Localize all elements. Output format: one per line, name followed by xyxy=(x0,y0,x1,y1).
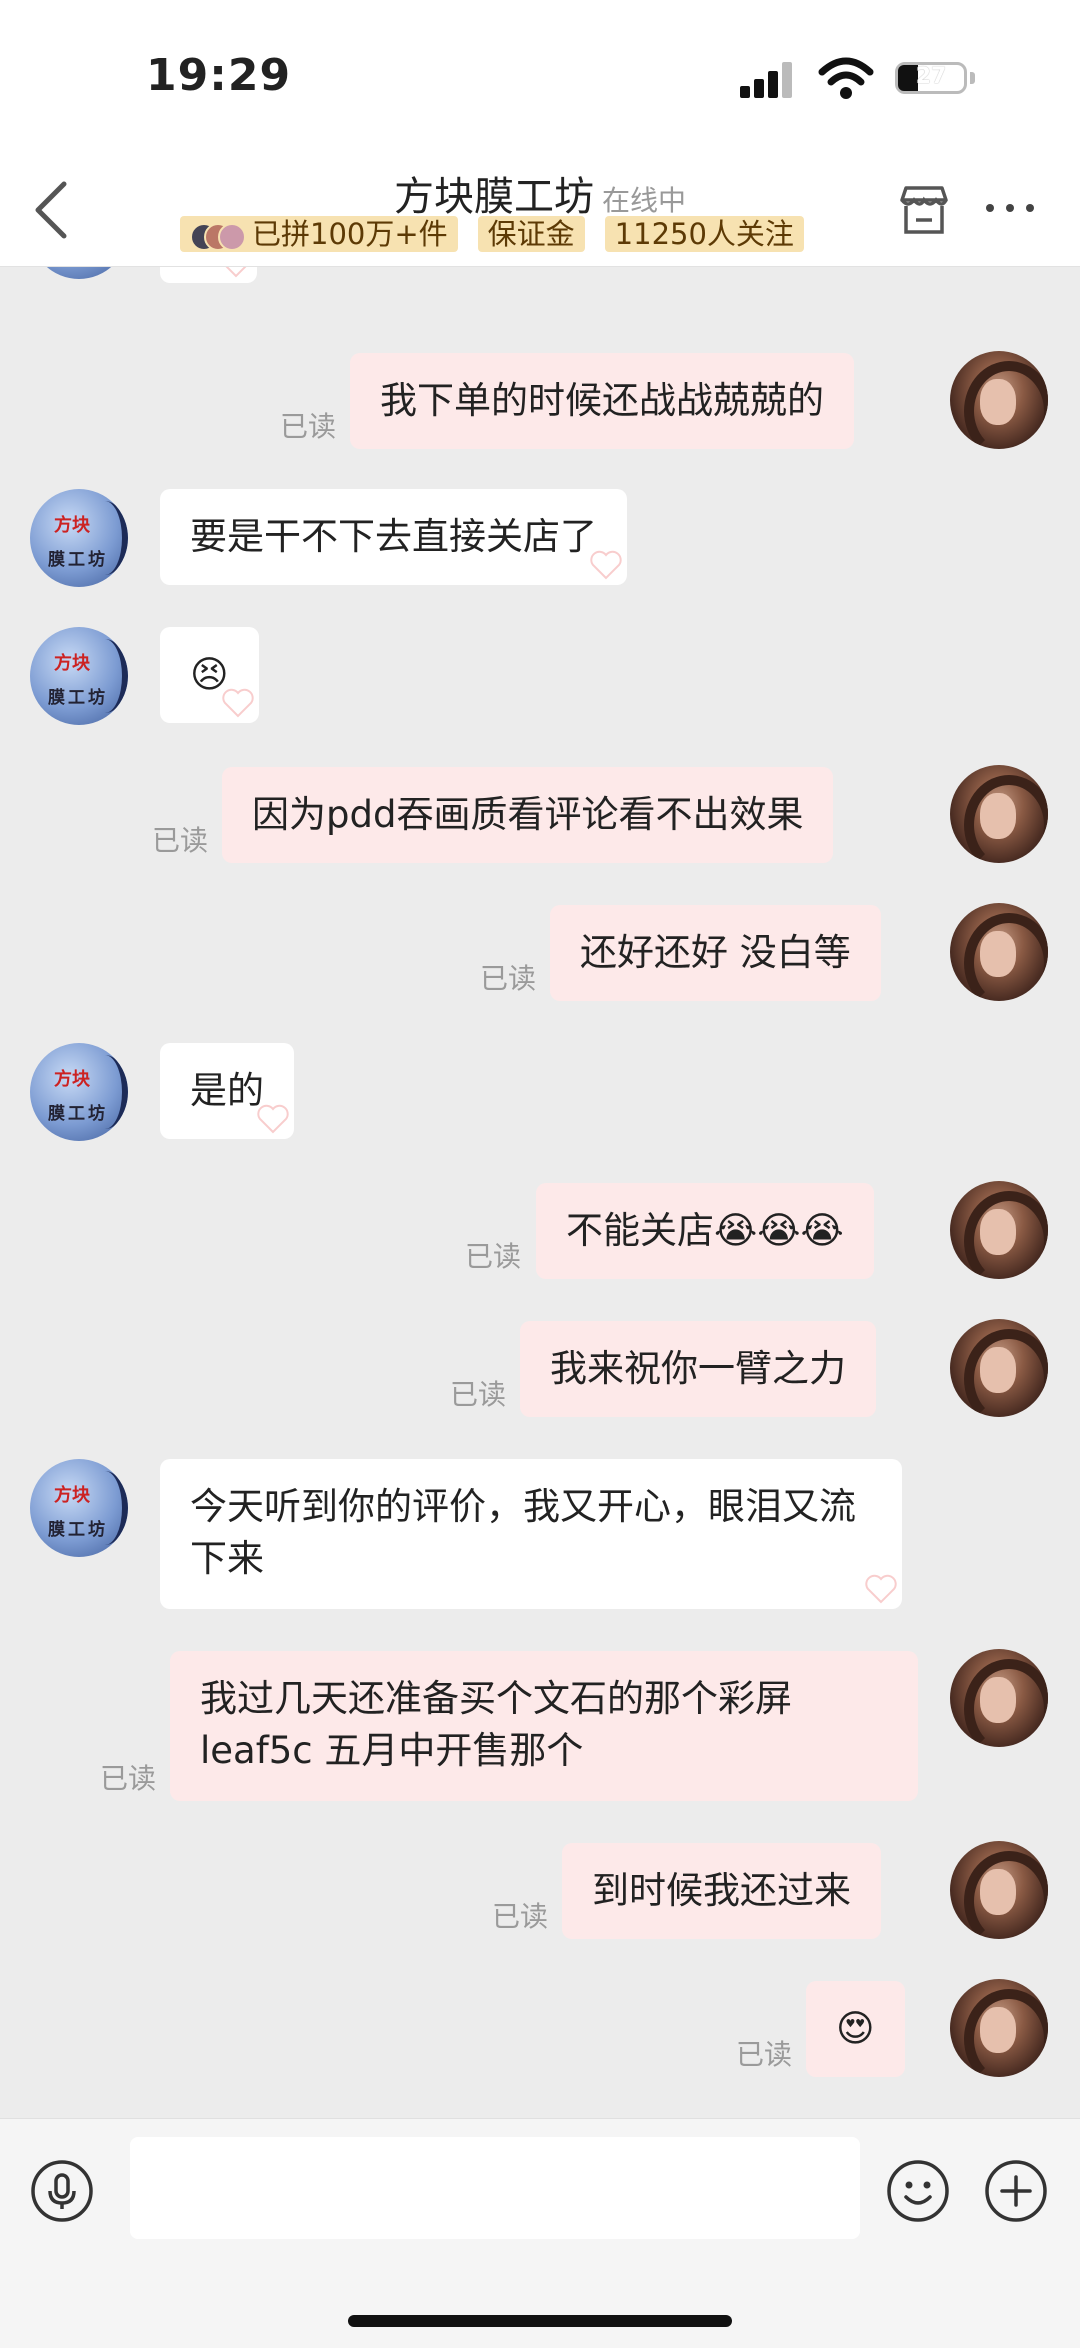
battery-percent: 27 xyxy=(915,64,947,89)
message-text: 要是干不下去直接关店了 xyxy=(190,515,597,558)
status-time: 19:29 xyxy=(146,50,292,101)
status-bar: 19:29 27 xyxy=(0,0,1080,150)
status-icons: 27 xyxy=(740,56,980,100)
message-bubble[interactable]: 😍 xyxy=(806,1981,905,2077)
shop-avatar[interactable]: 方块膜工坊 xyxy=(30,1043,128,1141)
message-text: 我过几天还准备买个文石的那个彩屏leaf5c 五月中开售那个 xyxy=(200,1677,792,1772)
read-receipt: 已读 xyxy=(100,1762,157,1795)
message-bubble[interactable]: 是的 xyxy=(160,1043,294,1139)
chat-header: 方块膜工坊 在线中 已拼100万+件 保证金 11250人关注 xyxy=(0,150,1080,267)
message-bubble[interactable]: 笑 xyxy=(160,267,257,283)
microphone-icon[interactable] xyxy=(30,2159,94,2223)
followers-badge: 11250人关注 xyxy=(604,216,804,252)
message-bubble[interactable]: 今天听到你的评价，我又开心，眼泪又流下来 xyxy=(160,1459,902,1609)
user-avatar[interactable] xyxy=(950,1181,1048,1279)
signal-icon xyxy=(740,62,800,98)
user-avatar[interactable] xyxy=(950,1979,1048,2077)
message-text: 我下单的时候还战战兢兢的 xyxy=(380,379,824,422)
user-avatar[interactable] xyxy=(950,765,1048,863)
pin-watermark-icon xyxy=(257,1104,289,1134)
pin-watermark-icon xyxy=(590,550,622,580)
user-avatar[interactable] xyxy=(950,351,1048,449)
message-bubble[interactable]: 不能关店😭😭😭 xyxy=(536,1183,874,1279)
read-receipt: 已读 xyxy=(450,1378,507,1411)
store-icon[interactable] xyxy=(896,182,952,238)
message-bubble[interactable]: 我下单的时候还战战兢兢的 xyxy=(350,353,854,449)
read-receipt: 已读 xyxy=(152,824,209,857)
message-bubble[interactable]: 我来祝你一臂之力 xyxy=(520,1321,876,1417)
pin-watermark-icon xyxy=(865,1574,897,1604)
sales-badge: 已拼100万+件 xyxy=(180,216,458,252)
deposit-badge[interactable]: 保证金 xyxy=(477,216,585,252)
message-bubble[interactable]: 😣 xyxy=(160,627,259,723)
more-options-icon[interactable] xyxy=(986,204,1036,216)
read-receipt: 已读 xyxy=(492,1900,549,1933)
message-bubble[interactable]: 要是干不下去直接关店了 xyxy=(160,489,627,585)
online-status: 在线中 xyxy=(601,184,686,217)
message-input[interactable] xyxy=(130,2137,860,2239)
user-avatar[interactable] xyxy=(950,1319,1048,1417)
input-bar xyxy=(0,2118,1080,2348)
shop-avatar[interactable]: 方块膜工坊 xyxy=(30,267,128,279)
emoji-icon[interactable] xyxy=(886,2159,950,2223)
read-receipt: 已读 xyxy=(465,1240,522,1273)
shop-avatar[interactable]: 方块膜工坊 xyxy=(30,489,128,587)
message-bubble[interactable]: 到时候我还过来 xyxy=(562,1843,881,1939)
message-bubble[interactable]: 我过几天还准备买个文石的那个彩屏leaf5c 五月中开售那个 xyxy=(170,1651,918,1801)
message-text: 我来祝你一臂之力 xyxy=(550,1347,846,1390)
shop-avatar[interactable]: 方块膜工坊 xyxy=(30,627,128,725)
message-text: 是的 xyxy=(190,1069,264,1112)
user-avatar[interactable] xyxy=(950,1841,1048,1939)
pin-watermark-icon xyxy=(225,267,247,278)
shop-name[interactable]: 方块膜工坊 xyxy=(394,174,594,220)
message-bubble[interactable]: 因为pdd吞画质看评论看不出效果 xyxy=(222,767,834,863)
user-avatar[interactable] xyxy=(950,903,1048,1001)
message-list[interactable]: 方块膜工坊 笑 已读 我下单的时候还战战兢兢的 方块膜工坊 要是干不下去直接关店… xyxy=(0,267,1080,2117)
message-bubble[interactable]: 还好还好 没白等 xyxy=(550,905,881,1001)
pin-watermark-icon xyxy=(221,688,254,718)
shop-avatar[interactable]: 方块膜工坊 xyxy=(30,1459,128,1557)
message-text: 还好还好 没白等 xyxy=(580,931,851,974)
shop-badges: 已拼100万+件 保证金 11250人关注 xyxy=(180,216,804,254)
buyer-avatars-icon xyxy=(190,221,246,251)
read-receipt: 已读 xyxy=(280,410,337,443)
add-more-icon[interactable] xyxy=(984,2159,1048,2223)
message-text: 不能关店😭😭😭 xyxy=(566,1209,844,1252)
user-avatar[interactable] xyxy=(950,1649,1048,1747)
message-text: 因为pdd吞画质看评论看不出效果 xyxy=(252,793,804,836)
home-indicator xyxy=(348,2315,732,2327)
read-receipt: 已读 xyxy=(480,962,537,995)
wifi-icon xyxy=(818,57,874,99)
sales-badge-label: 已拼100万+件 xyxy=(252,217,448,251)
read-receipt: 已读 xyxy=(736,2038,793,2071)
message-text: 😍 xyxy=(836,2007,875,2050)
battery-icon: 27 xyxy=(895,62,967,94)
message-text: 到时候我还过来 xyxy=(592,1869,851,1912)
message-text: 今天听到你的评价，我又开心，眼泪又流下来 xyxy=(190,1485,856,1580)
